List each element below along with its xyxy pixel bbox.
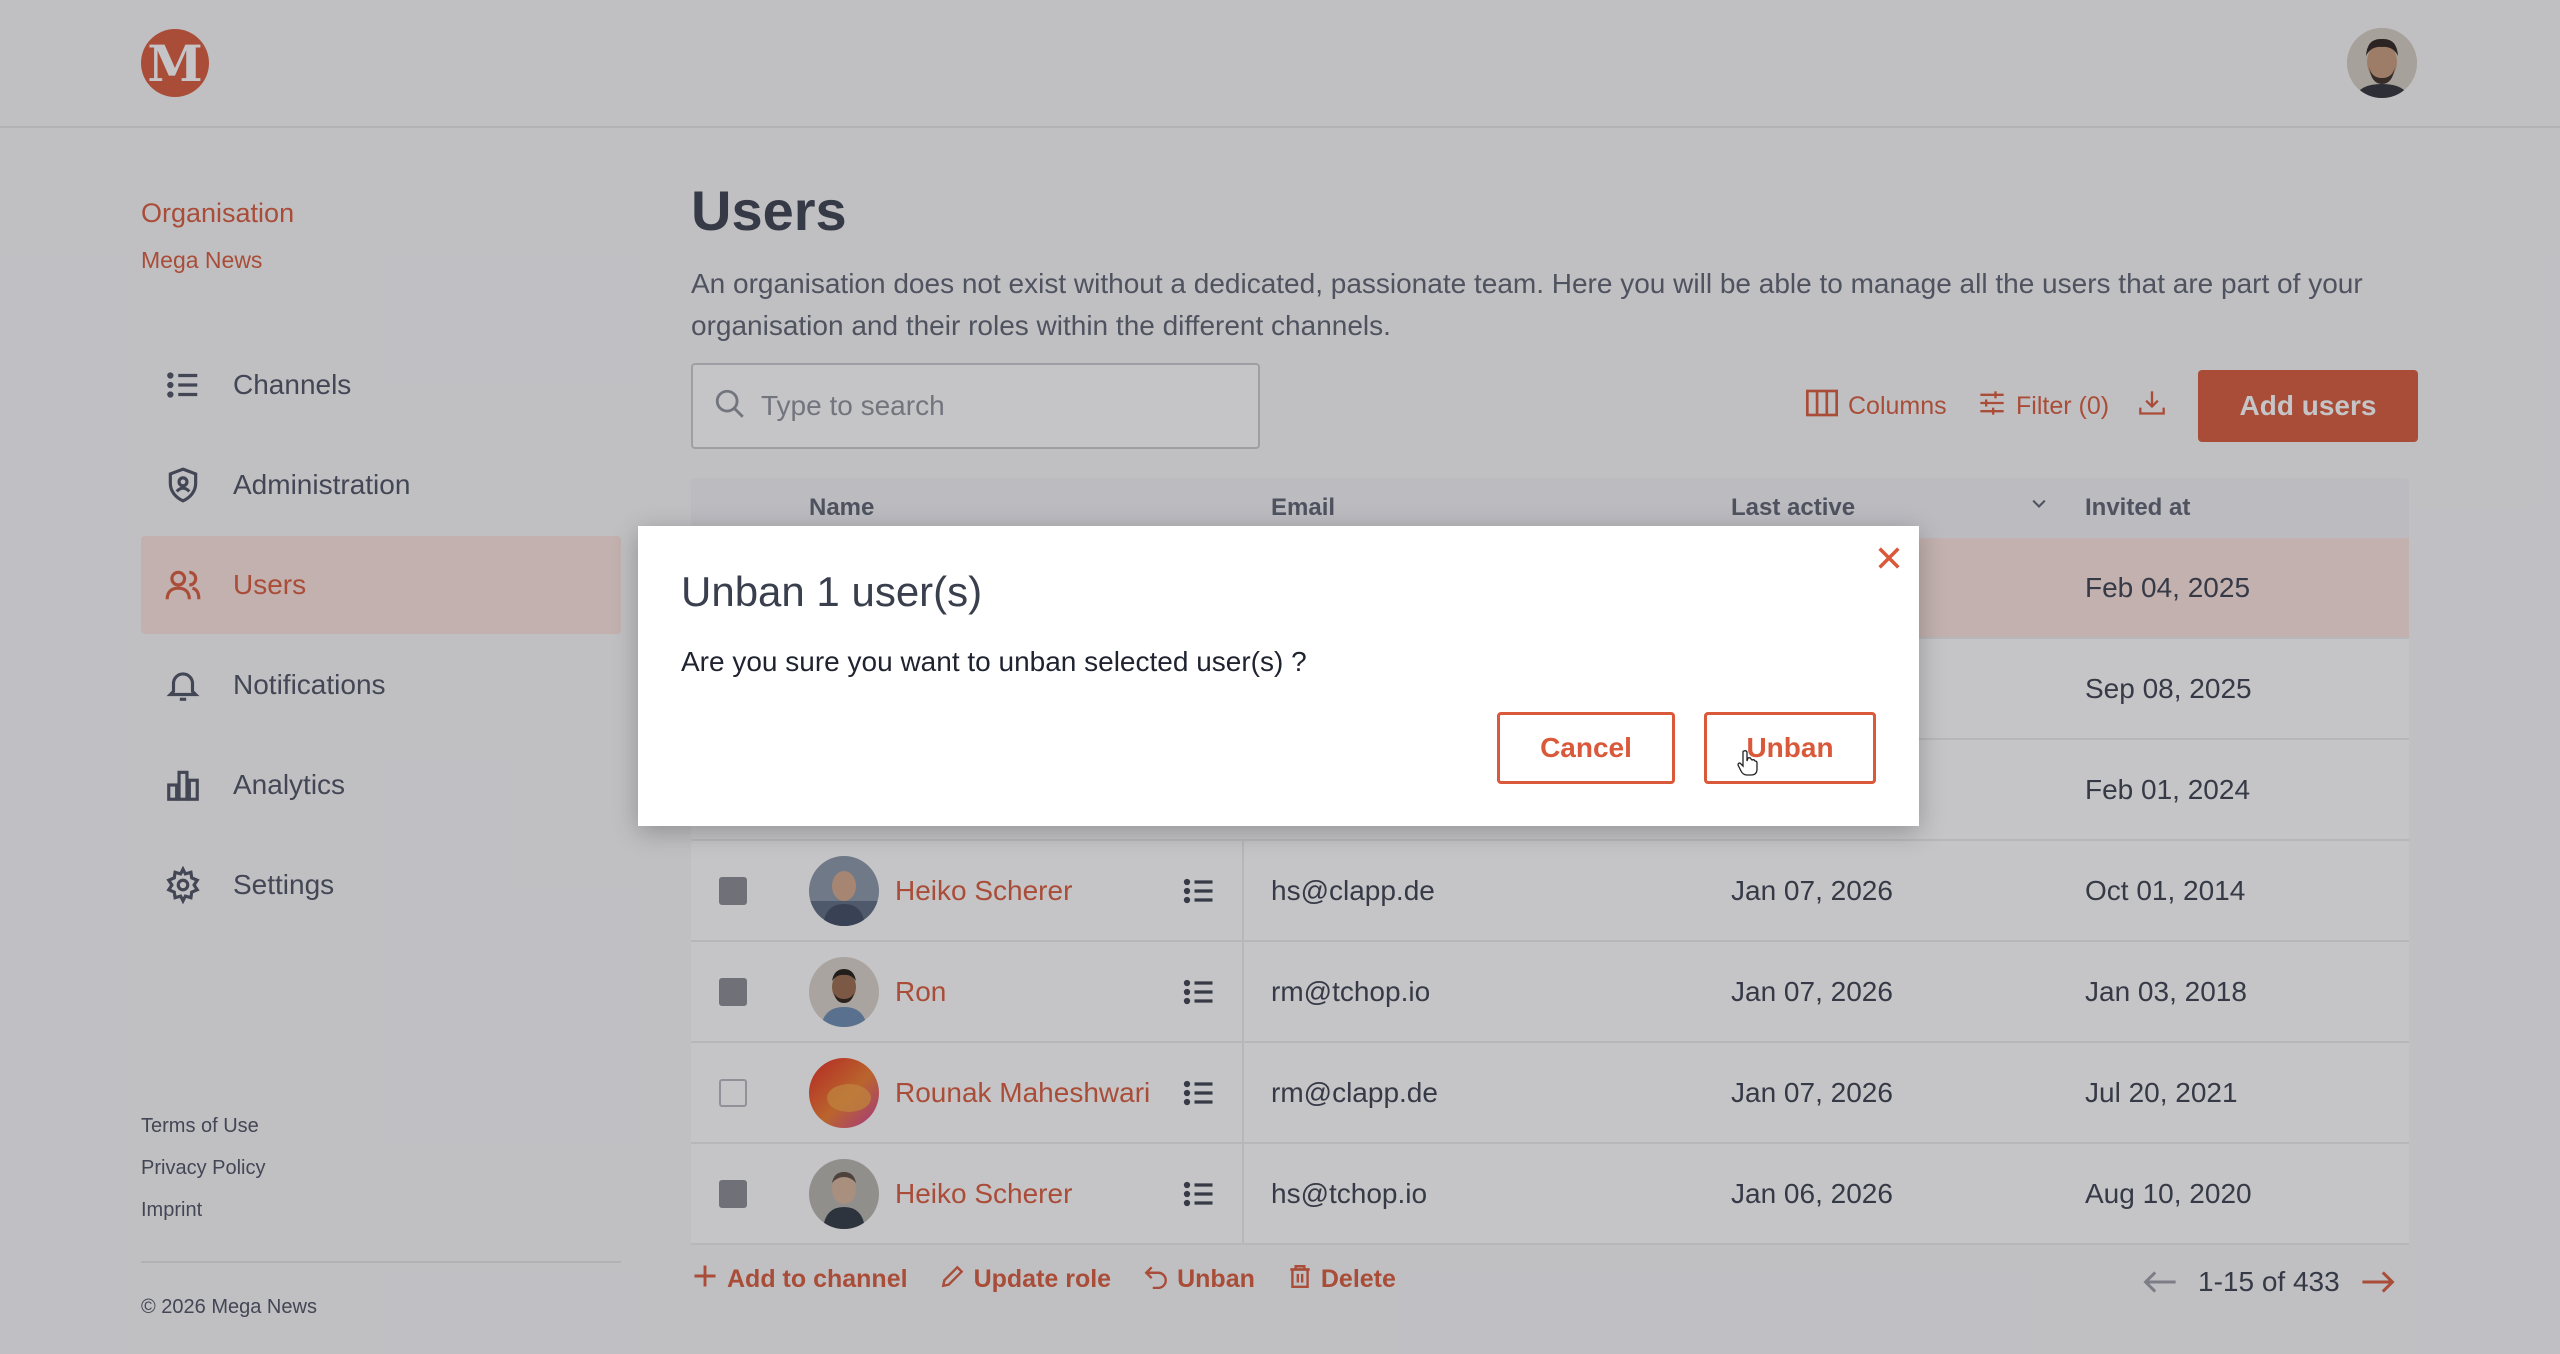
close-icon[interactable] xyxy=(1871,540,1907,576)
unban-dialog: Unban 1 user(s) Are you sure you want to… xyxy=(638,526,1919,826)
dialog-message: Are you sure you want to unban selected … xyxy=(681,646,1307,677)
unban-confirm-button[interactable]: Unban xyxy=(1704,712,1876,784)
hand-cursor-icon xyxy=(1737,749,1759,782)
cancel-button[interactable]: Cancel xyxy=(1497,712,1675,784)
dialog-title: Unban 1 user(s) xyxy=(681,568,983,615)
